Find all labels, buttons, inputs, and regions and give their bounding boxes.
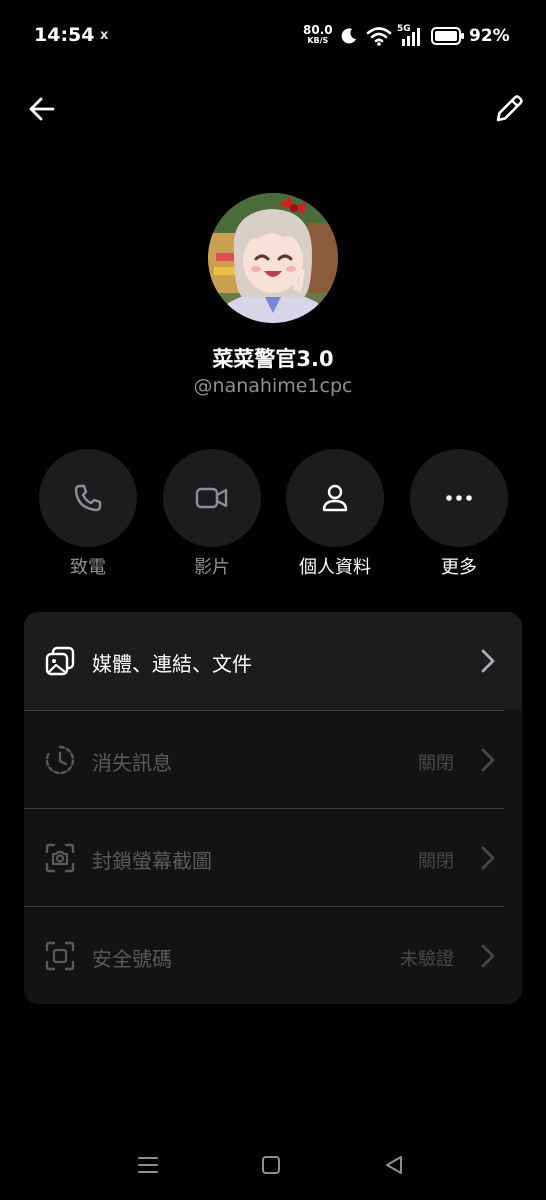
disappearing-messages-row[interactable]: 消失訊息 關閉 [24, 711, 522, 809]
chevron-right-icon [481, 649, 495, 673]
status-time: 14:54 [34, 24, 95, 46]
safety-number-value: 未驗證 [400, 949, 454, 970]
chevron-right-icon [481, 846, 495, 870]
call-label: 致電 [70, 557, 106, 578]
media-links-docs-row[interactable]: 媒體、連結、文件 [24, 612, 522, 710]
profile-button-circle[interactable] [286, 449, 384, 547]
more-icon [446, 495, 472, 501]
media-links-docs-label: 媒體、連結、文件 [92, 652, 252, 676]
safety-number-row[interactable]: 安全號碼 未驗證 [24, 907, 522, 1004]
back-nav-icon[interactable] [381, 1152, 407, 1178]
call-button[interactable]: 致電 [39, 449, 137, 579]
more-button-circle[interactable] [410, 449, 508, 547]
battery-icon [431, 27, 464, 45]
screenshot-icon [45, 843, 75, 873]
menu-nav-icon[interactable] [135, 1152, 161, 1178]
person-icon [322, 484, 348, 512]
video-call-button[interactable]: 影片 [163, 449, 261, 579]
disappearing-messages-value: 關閉 [418, 753, 454, 774]
chevron-right-icon [481, 944, 495, 968]
x-notification-icon: x [100, 28, 109, 43]
pencil-icon [496, 95, 523, 122]
home-nav-icon[interactable] [258, 1152, 284, 1178]
settings-card: 媒體、連結、文件 消失訊息 關閉 封鎖螢幕截圖 關閉 安全號碼 未驗證 [24, 612, 522, 1004]
profile-label: 個人資料 [299, 557, 371, 578]
network-speed: 80.0 KB/S [303, 23, 333, 45]
username-handle: @nanahime1cpc [193, 375, 353, 397]
edit-button[interactable] [490, 90, 528, 128]
video-label: 影片 [194, 557, 230, 578]
arrow-left-icon [29, 97, 55, 121]
display-name: 菜菜警官3.0 [212, 347, 334, 371]
call-button-circle[interactable] [39, 449, 137, 547]
disappearing-messages-label: 消失訊息 [92, 751, 172, 775]
moon-icon [341, 28, 356, 44]
signal-icon [402, 28, 420, 46]
screenshot-block-value: 關閉 [418, 851, 454, 872]
profile-button[interactable]: 個人資料 [286, 449, 384, 579]
avatar[interactable] [208, 193, 338, 323]
screenshot-block-label: 封鎖螢幕截圖 [92, 849, 212, 873]
safety-number-label: 安全號碼 [92, 947, 172, 971]
video-icon [195, 487, 228, 509]
avatar-image [208, 193, 338, 323]
more-label: 更多 [441, 557, 477, 578]
video-call-button-circle[interactable] [163, 449, 261, 547]
scan-icon [45, 941, 75, 971]
screenshot-block-row[interactable]: 封鎖螢幕截圖 關閉 [24, 809, 522, 907]
media-icon [45, 646, 75, 676]
network-speed-value: 80.0 [303, 23, 333, 37]
timer-icon [45, 745, 75, 775]
battery-percent: 92% [469, 26, 510, 46]
phone-icon [74, 484, 102, 512]
wifi-icon [366, 27, 392, 46]
back-button[interactable] [24, 90, 62, 128]
chevron-right-icon [481, 748, 495, 772]
status-bar: 14:54 x 80.0 KB/S 5G 92% [0, 0, 546, 72]
network-speed-unit: KB/S [307, 36, 329, 45]
more-button[interactable]: 更多 [410, 449, 508, 579]
